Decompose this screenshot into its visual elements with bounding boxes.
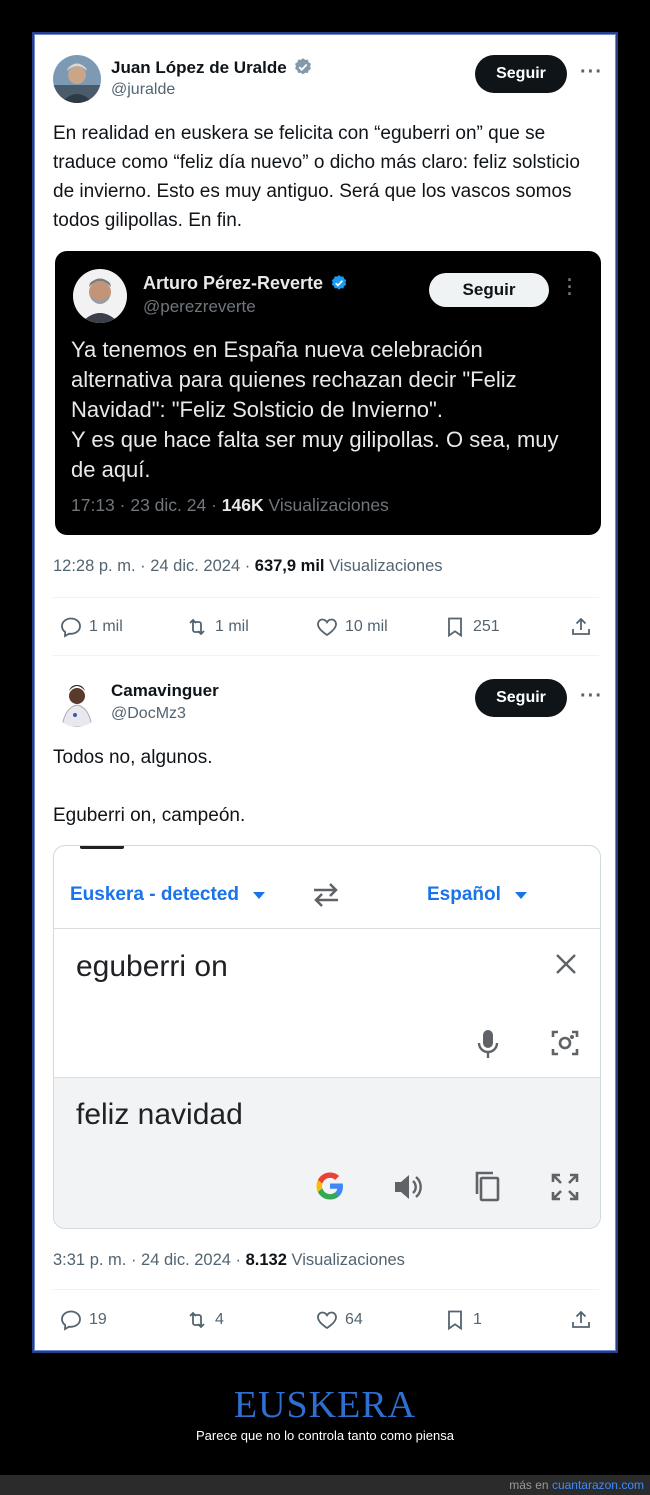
quoted-follow-button[interactable]: Seguir: [429, 273, 549, 307]
quoted-author-name[interactable]: Arturo Pérez-Reverte: [143, 273, 348, 294]
speaker-icon[interactable]: [392, 1172, 424, 1207]
quoted-author-handle[interactable]: @perezreverte: [143, 297, 256, 317]
like-button[interactable]: 64: [315, 1308, 363, 1332]
more-options-icon[interactable]: ···: [580, 685, 603, 708]
google-logo-icon[interactable]: [314, 1170, 346, 1207]
quoted-more-options-icon[interactable]: · · ·: [567, 271, 573, 303]
caret-down-icon: [253, 891, 266, 899]
more-options-icon[interactable]: ···: [580, 61, 603, 84]
divider: [54, 928, 600, 929]
divider: [53, 1289, 599, 1290]
bookmark-button[interactable]: 251: [443, 615, 500, 639]
retweet-icon: [189, 618, 205, 636]
share-button[interactable]: [569, 615, 593, 639]
divider: [53, 597, 599, 598]
fullscreen-icon[interactable]: [550, 1172, 580, 1207]
swap-languages-icon[interactable]: [310, 882, 342, 913]
tweet-text: Todos no, algunos. Eguberri on, campeón.: [53, 747, 246, 826]
site-link[interactable]: más en cuantarazon.com: [509, 1478, 644, 1492]
avatar[interactable]: [53, 55, 101, 103]
share-icon: [572, 617, 590, 635]
reply-button[interactable]: 19: [59, 1308, 107, 1332]
reply-icon: [61, 617, 81, 638]
source-language-selector[interactable]: Euskera - detected: [70, 884, 266, 906]
author-name[interactable]: Juan López de Uralde: [111, 57, 313, 78]
tweet-thread: Juan López de Uralde @juralde Seguir ···…: [34, 34, 616, 1351]
caption-subtitle: Parece que no lo controla tanto como pie…: [195, 1428, 454, 1443]
tweet-text: En realidad en euskera se felicita con “…: [53, 123, 580, 231]
heart-icon: [317, 618, 337, 637]
bookmark-button[interactable]: 1: [443, 1308, 482, 1332]
translate-screenshot: Euskera - detected Español eguberri on f…: [53, 845, 601, 1229]
tweet-timestamp[interactable]: 12:28 p. m. · 24 dic. 2024 · 637,9 mil V…: [53, 557, 443, 576]
retweet-icon: [189, 1311, 205, 1329]
reply-icon: [61, 1310, 81, 1331]
author-handle[interactable]: @DocMz3: [111, 705, 186, 723]
copy-icon[interactable]: [472, 1170, 502, 1207]
heart-icon: [317, 1311, 337, 1330]
like-button[interactable]: 10 mil: [315, 615, 388, 639]
share-icon: [572, 1310, 590, 1328]
share-button[interactable]: [569, 1308, 593, 1332]
camera-icon[interactable]: [550, 1028, 580, 1063]
author-name[interactable]: Camavinguer: [111, 681, 219, 701]
follow-button[interactable]: Seguir: [475, 679, 567, 717]
reply-button[interactable]: 1 mil: [59, 615, 123, 639]
caption-title: EUSKERA: [233, 1384, 417, 1426]
bookmark-icon: [448, 1310, 462, 1331]
follow-button[interactable]: Seguir: [475, 55, 567, 93]
translated-text: feliz navidad: [76, 1098, 243, 1131]
screenshot-frame: Juan López de Uralde @juralde Seguir ···…: [32, 32, 618, 1353]
quoted-tweet[interactable]: Arturo Pérez-Reverte @perezreverte Segui…: [55, 251, 601, 535]
avatar[interactable]: [73, 269, 127, 323]
retweet-button[interactable]: 1 mil: [185, 615, 249, 639]
avatar[interactable]: [53, 679, 101, 727]
microphone-icon[interactable]: [476, 1028, 500, 1065]
source-text[interactable]: eguberri on: [76, 950, 228, 984]
retweet-button[interactable]: 4: [185, 1308, 224, 1332]
target-language-selector[interactable]: Español: [427, 884, 528, 906]
clear-icon[interactable]: [554, 952, 578, 981]
quoted-tweet-meta: 17:13 · 23 dic. 24 · 146K Visualizacione…: [71, 495, 389, 515]
bookmark-icon: [448, 617, 462, 638]
site-footer-bar: más en cuantarazon.com: [0, 1475, 650, 1495]
tab-indicator: [80, 846, 124, 849]
verified-badge-icon: [331, 275, 347, 290]
quoted-tweet-text: Ya tenemos en España nueva celebración a…: [71, 337, 559, 482]
verified-badge-icon: [295, 58, 312, 75]
author-handle[interactable]: @juralde: [111, 81, 175, 99]
divider: [53, 655, 599, 656]
tweet-timestamp[interactable]: 3:31 p. m. · 24 dic. 2024 · 8.132 Visual…: [53, 1251, 405, 1270]
caret-down-icon: [515, 891, 528, 899]
translation-panel: feliz navidad: [54, 1077, 600, 1228]
